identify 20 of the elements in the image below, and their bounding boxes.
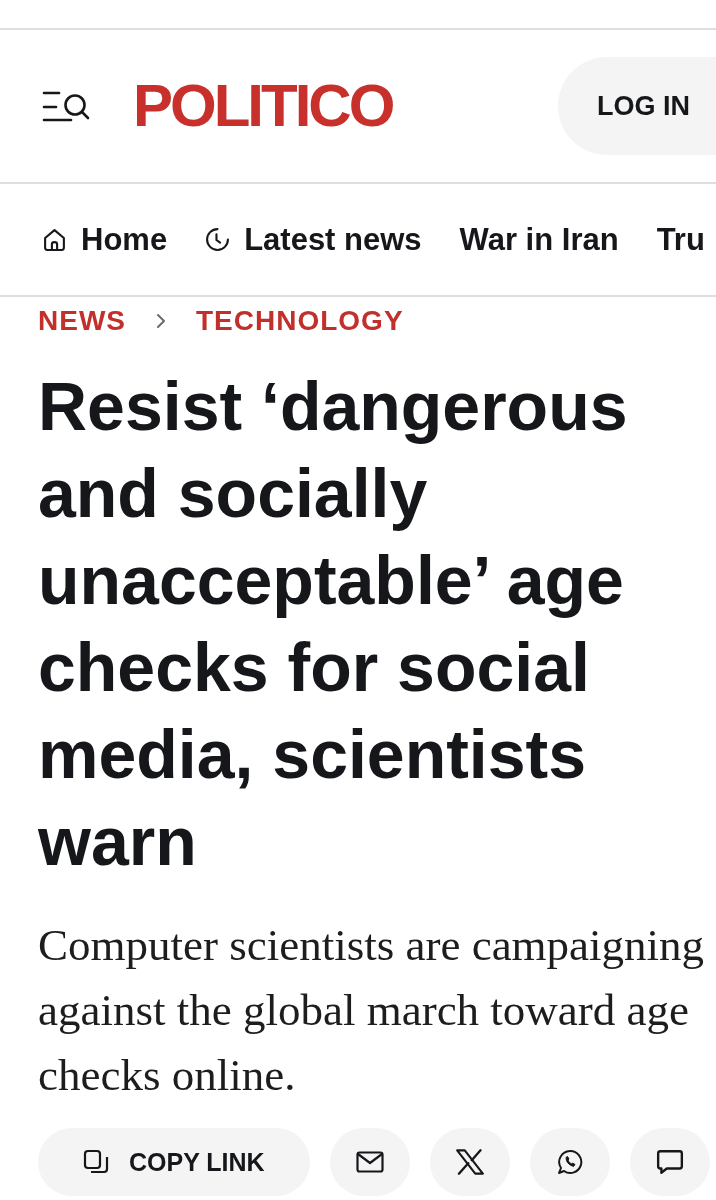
x-letter-icon: [456, 1149, 484, 1175]
breadcrumb-link[interactable]: NEWS: [38, 305, 126, 337]
clock-icon: [205, 227, 231, 252]
chat-phone-icon: [556, 1149, 584, 1175]
chevron-icon: [156, 313, 166, 329]
nav-link[interactable]: Home: [42, 221, 168, 258]
article-summary: Computer scientists are campaigning against the global march toward age checks online.: [38, 919, 706, 1102]
menu-search-icon[interactable]: [42, 90, 90, 122]
copy-link-button[interactable]: COPY LINK: [38, 1128, 310, 1196]
nav-link[interactable]: Latest news: [205, 221, 422, 258]
site-logo[interactable]: POLITICO: [133, 76, 393, 136]
copy-icon: [83, 1149, 109, 1175]
message-icon: [656, 1149, 684, 1175]
breadcrumb-link[interactable]: TECHNOLOGY: [196, 305, 404, 337]
home-icon: [42, 227, 67, 252]
nav-link[interactable]: War in Iran: [459, 221, 619, 258]
nav-link[interactable]: Tru: [656, 221, 705, 258]
login-button[interactable]: LOG IN: [558, 57, 716, 155]
envelope-icon: [356, 1149, 384, 1175]
headline: Resist ‘dangerous and socially unacceptable’ age checks for social media, scientists warn: [38, 367, 629, 881]
